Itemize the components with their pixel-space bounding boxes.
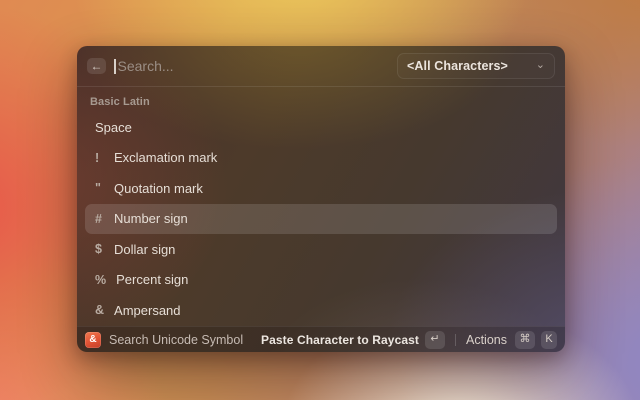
symbol-name: Space	[95, 120, 132, 135]
symbol-glyph: #	[95, 212, 104, 226]
raycast-window: ← <All Characters> ⌄ Basic Latin Space !…	[77, 46, 565, 352]
results-panel: Basic Latin Space ! Exclamation mark " Q…	[77, 87, 565, 326]
list-item[interactable]: Space	[85, 112, 557, 143]
list-item[interactable]: # Number sign	[85, 204, 557, 235]
k-key-icon: K	[541, 331, 557, 349]
back-button[interactable]: ←	[87, 58, 106, 74]
symbol-name: Exclamation mark	[114, 150, 217, 165]
symbol-glyph: !	[95, 151, 104, 165]
dropdown-selected-value: <All Characters>	[407, 59, 508, 73]
symbol-name: Quotation mark	[114, 181, 203, 196]
list-item[interactable]: " Quotation mark	[85, 173, 557, 204]
symbol-name: Percent sign	[116, 272, 188, 287]
symbol-name: Dollar sign	[114, 242, 175, 257]
extension-icon-glyph: &	[89, 335, 96, 345]
list-item[interactable]: % Percent sign	[85, 265, 557, 296]
symbol-name: Number sign	[114, 211, 188, 226]
text-caret	[114, 59, 116, 74]
actions-button[interactable]: Actions	[466, 333, 507, 347]
symbol-list: Space ! Exclamation mark " Quotation mar…	[85, 112, 557, 326]
list-item[interactable]: & Ampersand	[85, 295, 557, 326]
back-arrow-icon: ←	[91, 60, 103, 72]
symbol-glyph: "	[95, 181, 104, 195]
command-key-icon: ⌘	[515, 331, 535, 349]
search-input[interactable]	[118, 58, 398, 74]
symbol-glyph: $	[95, 242, 104, 256]
search-bar: ← <All Characters> ⌄	[77, 46, 565, 87]
section-header: Basic Latin	[85, 87, 557, 112]
symbol-glyph: &	[95, 303, 104, 317]
chevron-down-icon: ⌄	[536, 60, 545, 71]
symbol-name: Ampersand	[114, 303, 180, 318]
action-bar: & Search Unicode Symbol Paste Character …	[77, 326, 565, 352]
symbol-glyph: %	[95, 273, 106, 287]
footer-divider	[455, 334, 456, 346]
primary-action-label[interactable]: Paste Character to Raycast	[261, 333, 419, 347]
character-set-dropdown[interactable]: <All Characters> ⌄	[397, 53, 555, 79]
return-key-icon: ↵	[425, 331, 445, 349]
extension-name: Search Unicode Symbol	[109, 333, 243, 347]
list-item[interactable]: ! Exclamation mark	[85, 143, 557, 174]
list-item[interactable]: $ Dollar sign	[85, 234, 557, 265]
extension-icon: &	[85, 332, 101, 348]
